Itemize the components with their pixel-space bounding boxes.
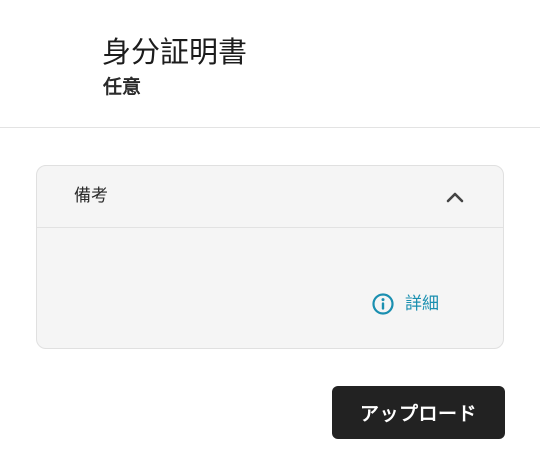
page-title: 身分証明書: [102, 35, 248, 69]
details-label: 詳細: [405, 294, 439, 314]
notes-panel-header[interactable]: 備考: [37, 166, 503, 228]
page-header: 身分証明書 任意: [0, 0, 540, 128]
upload-button[interactable]: アップロード: [332, 386, 505, 439]
notes-panel-title: 備考: [74, 186, 108, 206]
details-link[interactable]: 詳細: [371, 290, 439, 318]
chevron-up-icon[interactable]: [441, 185, 469, 209]
page-subtitle: 任意: [103, 76, 142, 98]
info-icon: [371, 292, 395, 316]
notes-panel: 備考 詳細: [36, 165, 504, 349]
